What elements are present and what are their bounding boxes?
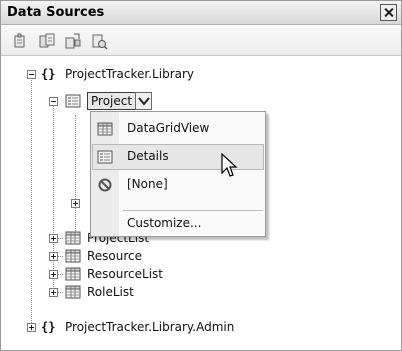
expand-icon[interactable] [49,270,58,279]
edit-dataset-icon[interactable] [37,31,57,51]
toolbar [1,26,401,56]
expand-icon[interactable] [49,252,58,261]
refresh-icon[interactable] [89,31,109,51]
expand-icon[interactable] [49,234,58,243]
menu-item-label: Details [127,149,169,163]
close-button[interactable] [380,4,397,21]
mouse-pointer-icon [221,153,238,177]
namespace-icon: {} [41,320,56,334]
tree-node-label: ProjectTracker.Library [65,67,195,81]
tree-node-label: RoleList [87,285,134,299]
expand-icon[interactable] [27,323,36,332]
datagrid-icon [65,230,81,246]
tree-node-library-admin[interactable]: {} ProjectTracker.Library.Admin [1,318,341,336]
datagrid-icon [65,284,81,300]
details-icon [97,149,113,165]
tree-node-label: ResourceList [87,267,164,281]
datagrid-icon [65,248,81,264]
tree-line [75,115,76,233]
expand-icon[interactable] [71,199,80,208]
details-icon [65,93,81,109]
none-icon [97,177,113,193]
expand-icon[interactable] [49,288,58,297]
collapse-icon[interactable] [27,70,36,79]
menu-item-label: DataGridView [127,121,210,135]
add-data-source-icon[interactable] [11,31,31,51]
configure-dataset-icon[interactable] [63,31,83,51]
title-bar: Data Sources [1,1,401,25]
control-type-menu: DataGridView Details [None] Customize... [90,111,266,237]
chevron-down-icon [138,97,150,106]
data-sources-panel: Data Sources {} ProjectTracker.Library P… [0,0,402,351]
tree-node-label: ProjectTracker.Library.Admin [65,320,235,334]
panel-title: Data Sources [7,5,105,20]
tree-node-resource[interactable]: Resource [1,247,301,265]
tree-node-library[interactable]: {} ProjectTracker.Library [1,65,301,83]
tree-node-collapsed-child[interactable] [1,194,101,212]
menu-item-label: [None] [127,177,168,191]
menu-item-datagridview[interactable]: DataGridView [92,116,264,142]
tree-node-resourcelist[interactable]: ResourceList [1,265,301,283]
tree-node-rolelist[interactable]: RoleList [1,283,301,301]
project-combo-value[interactable]: Project [87,92,137,110]
menu-item-customize[interactable]: Customize... [92,211,264,237]
namespace-icon: {} [41,67,56,81]
dropdown-button[interactable] [135,92,152,110]
datagrid-icon [97,121,113,137]
menu-item-label: Customize... [127,216,202,230]
collapse-icon[interactable] [49,97,58,106]
datagrid-icon [65,266,81,282]
tree-node-label: Resource [87,249,143,263]
